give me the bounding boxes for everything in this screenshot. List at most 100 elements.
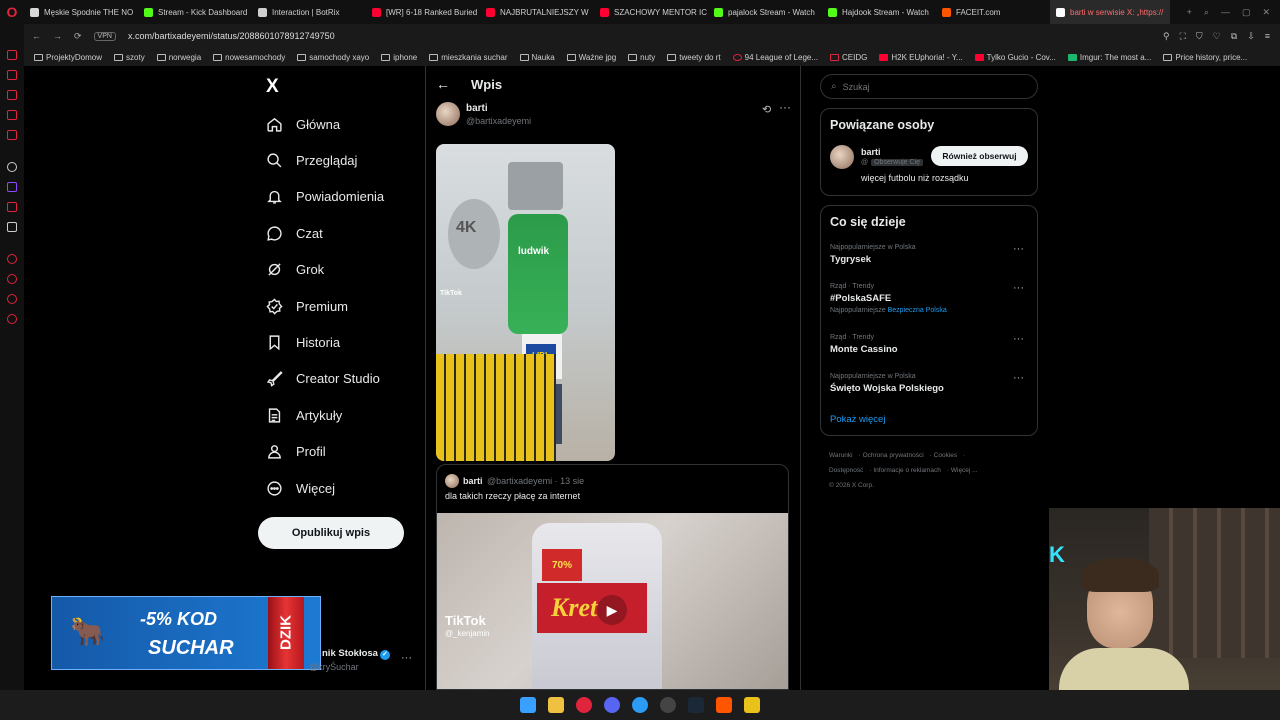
sidebar-app-icon[interactable] [7,70,17,80]
footer-link[interactable]: Ochrona prywatności [863,452,924,459]
heart-icon[interactable]: ♡ [1213,31,1221,42]
sidebar-app-icon[interactable] [7,202,17,212]
vpn-badge[interactable]: VPN [93,31,116,41]
sidebar-app-icon[interactable] [7,274,17,284]
bookmark[interactable]: mieszkania suchar [429,53,508,62]
grok-explain-icon[interactable]: ⟲ [762,103,771,116]
bookmark[interactable]: samochody xayo [297,53,369,62]
search-box[interactable]: ⌕ [820,74,1038,99]
nav-item-more[interactable]: Więcej [262,470,432,506]
more-options-icon[interactable]: ··· [1013,372,1024,384]
browser-tab[interactable]: pajalock Stream - Watch [708,0,822,24]
nav-item-premium[interactable]: Premium [262,288,432,324]
browser-tab[interactable]: [WR] 6-18 Ranked Buried [366,0,480,24]
minimize-icon[interactable]: — [1221,7,1230,18]
bookmark[interactable]: szoty [114,53,145,62]
file-explorer-icon[interactable] [548,697,564,713]
browser-tab[interactable]: Stream - Kick Dashboard [138,0,252,24]
trend-sub-link[interactable]: Bezpieczna Polska [888,307,947,314]
quoted-post[interactable]: barti @bartixadeyemi · 13 sie dla takich… [436,464,789,690]
x-icon[interactable] [7,222,17,232]
nav-item-explore[interactable]: Przeglądaj [262,142,432,178]
bookmark[interactable]: nuty [628,53,655,62]
shield-icon[interactable]: ⛉ [1196,31,1203,42]
x-logo-icon[interactable]: X [266,76,279,98]
opera-logo-icon[interactable]: O [0,0,24,24]
play-icon[interactable]: ▶ [597,595,627,625]
bookmark[interactable]: Ważne jpg [566,53,616,62]
footer-link[interactable]: Informacje o reklamach [873,467,941,474]
bookmark[interactable]: ProjektyDomow [34,53,102,62]
bookmark[interactable]: Tylko Gucio - Cov... [974,53,1056,62]
windows-start-icon[interactable] [520,697,536,713]
follow-back-button[interactable]: Również obserwuj [931,146,1028,166]
chatgpt-icon[interactable] [7,162,17,172]
back-icon[interactable]: ← [32,31,41,41]
avatar[interactable] [830,145,854,169]
post-media-video[interactable]: 4K ludwik LIDL TikTok [436,144,615,461]
bookmark[interactable]: iphone [381,53,417,62]
sidebar-app-icon[interactable] [7,254,17,264]
snapshot-icon[interactable]: ⛶ [1180,31,1186,42]
bookmark[interactable]: norwegia [156,53,201,62]
steam-icon[interactable] [688,697,704,713]
bookmark[interactable]: Price history, price... [1163,53,1247,62]
sidebar-app-icon[interactable] [7,50,17,60]
new-tab-icon[interactable]: + [1187,7,1192,18]
pin-icon[interactable]: ⚲ [1163,31,1170,42]
bookmark[interactable]: Imgur: The most a... [1067,53,1151,62]
footer-link[interactable]: Dostępność [829,467,863,474]
reload-icon[interactable]: ⟳ [74,31,82,42]
author-name[interactable]: barti [466,103,488,114]
nav-item-creator-studio[interactable]: Creator Studio [262,361,432,397]
footer-link[interactable]: Więcej ... [951,467,978,474]
post-button[interactable]: Opublikuj wpis [258,517,404,549]
twitch-icon[interactable] [7,182,17,192]
download-icon[interactable]: ⇩ [1247,31,1255,42]
discord-icon[interactable] [604,697,620,713]
browser-tab[interactable]: NAJBRUTALNIEJSZY W [480,0,594,24]
bookmark[interactable]: tweety do rt [667,53,721,62]
search-tabs-icon[interactable]: ⌕ [1204,7,1209,18]
bookmark[interactable]: nowesamochody [213,53,285,62]
back-arrow-icon[interactable]: ← [436,76,450,92]
extensions-icon[interactable]: ⧉ [1231,31,1237,42]
quoted-media-video[interactable]: Kret 70% TikTok @_kenjamin ▶ [437,513,788,689]
browser-tab[interactable]: Interaction | BotRix [252,0,366,24]
footer-link[interactable]: Cookies [934,452,957,459]
more-options-icon[interactable]: ··· [1013,333,1024,345]
obs-icon[interactable] [660,697,676,713]
bookmark[interactable]: 94 League of Lege... [732,53,818,62]
browser-tab[interactable]: Męskie Spodnie THE NO [24,0,138,24]
nav-item-grok[interactable]: Grok [262,252,432,288]
account-more-icon[interactable]: ··· [401,652,412,664]
nav-item-notifications[interactable]: Powiadomienia [262,179,432,215]
trend-item[interactable]: Rząd · Trendy Monte Cassino [830,334,1030,355]
trend-item[interactable]: Najpopularniejsze w Polska Tygrysek [830,244,1030,265]
browser-tab[interactable]: FACEIT.com [936,0,1050,24]
settings-icon[interactable] [7,314,17,324]
browser-tab[interactable]: Hajdook Stream - Watch [822,0,936,24]
menu-icon[interactable]: ≡ [1265,31,1270,42]
author-handle[interactable]: @bartixadeyemi [466,116,531,126]
search-input[interactable] [842,81,1013,92]
nav-item-articles[interactable]: Artykuły [262,397,432,433]
browser-tab-active[interactable]: barti w serwisie X: „https:// [1050,0,1170,24]
browser-tab[interactable]: SZACHOWY MENTOR IC [594,0,708,24]
nav-item-home[interactable]: Główna [262,106,432,142]
sidebar-app-icon[interactable] [7,130,17,140]
nav-item-chat[interactable]: Czat [262,215,432,251]
trend-item[interactable]: Rząd · Trendy #PolskaSAFE Najpopularniej… [830,283,1030,314]
avatar[interactable] [436,102,460,126]
close-icon[interactable]: ✕ [1262,7,1270,18]
maximize-icon[interactable]: ▢ [1242,7,1251,18]
more-options-icon[interactable]: ··· [1013,282,1024,294]
account-switcher-name[interactable]: nik Stokłosa ✓ [322,648,390,660]
sidebar-app-icon[interactable] [7,110,17,120]
sidebar-app-icon[interactable] [7,90,17,100]
footer-link[interactable]: Warunki [829,452,853,459]
messenger-icon[interactable] [632,697,648,713]
bookmark[interactable]: CEIDG [830,53,867,62]
bookmark[interactable]: Nauka [519,53,555,62]
opera-icon[interactable] [576,697,592,713]
